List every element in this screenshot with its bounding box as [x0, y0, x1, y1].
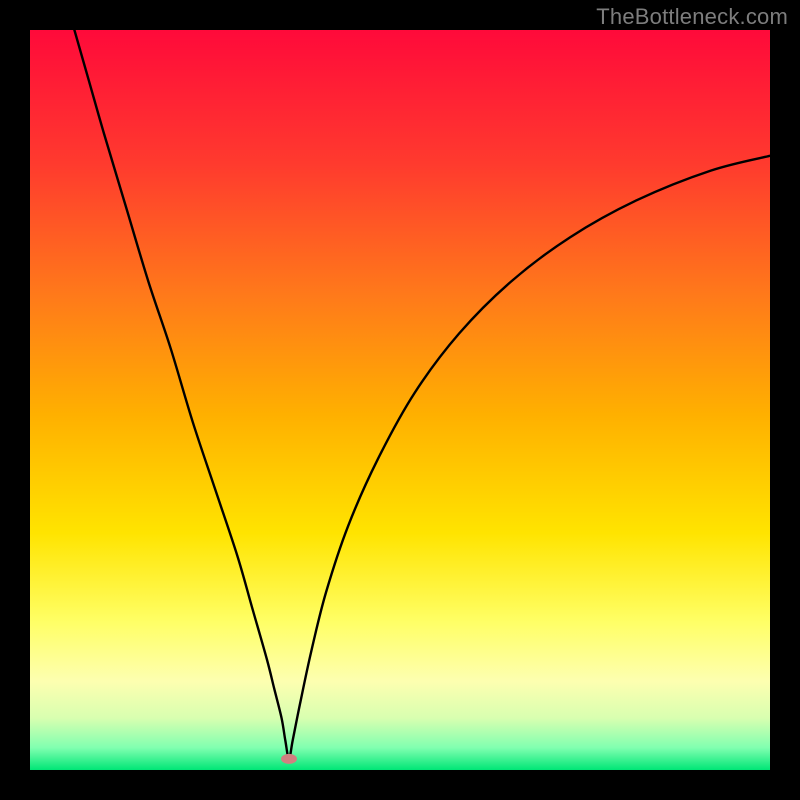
optimum-marker — [281, 754, 297, 764]
watermark-text: TheBottleneck.com — [596, 4, 788, 30]
chart-frame: TheBottleneck.com — [0, 0, 800, 800]
plot-area — [30, 30, 770, 770]
gradient-background — [30, 30, 770, 770]
chart-svg — [30, 30, 770, 770]
